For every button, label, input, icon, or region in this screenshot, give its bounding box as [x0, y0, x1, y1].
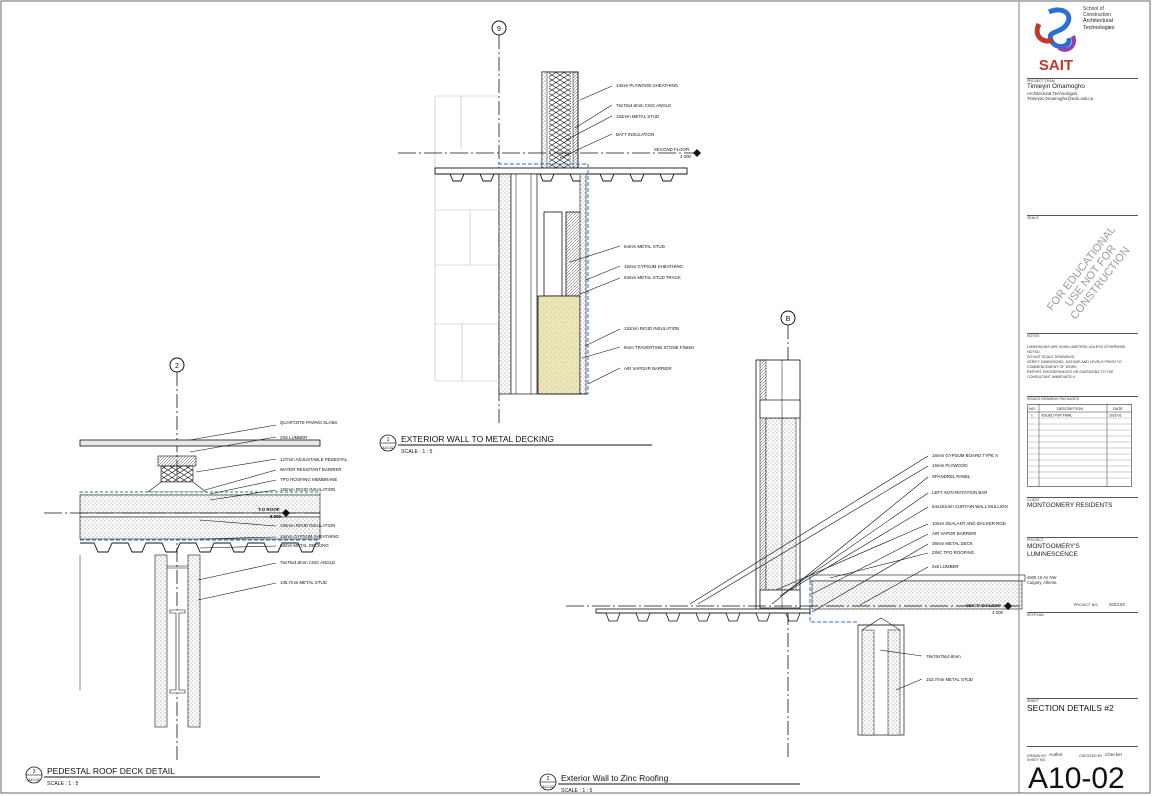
- note-text: 127mm ADJUSTABLE PEDESTAL: [280, 457, 348, 462]
- keyplan-label: KEYPLAN: [1027, 613, 1044, 617]
- grid-label: B: [786, 316, 791, 323]
- note-line: REPORT DISCREPANCIES OR OMISSIONS TO THE…: [1027, 370, 1114, 379]
- note-text: WATER RESISTANT BARRIER: [280, 467, 342, 472]
- grid-label: 9: [497, 26, 501, 33]
- sheet-title: SECTION DETAILS #2: [1027, 703, 1114, 713]
- note-line: VERIFY DIMENSIONS, DATUMS AND LEVELS PRI…: [1027, 360, 1122, 369]
- note-text: 2X6 LUMBER: [280, 435, 307, 440]
- note-text: LEFT ANTI-ROTATION BAR: [932, 490, 987, 495]
- note-text: 16mm PLYWOOD: [932, 463, 968, 468]
- note-text: ZINC TPO ROOFING: [932, 550, 975, 555]
- issued-header: DESCRIPTION: [1057, 407, 1083, 411]
- detail-wall-to-zinc: B SECOND FLOOR 4 000 16mm GYPSUM BOARD T…: [539, 310, 1026, 794]
- detail-number: 1: [387, 437, 390, 443]
- issued-cell: 1: [1031, 414, 1033, 418]
- detail-sheet-ref: A10-02: [382, 446, 394, 450]
- note-text: QUARTZITE PAVING SLABS: [280, 420, 337, 425]
- issued-label: ISSUED DRAWING PACKAGES: [1027, 397, 1080, 401]
- keyplan: KEYPLAN: [1027, 612, 1138, 697]
- detail-sheet-ref: A10-02: [542, 785, 554, 789]
- client: CLIENT MONTGOMERY RESIDENTS: [1027, 497, 1138, 510]
- drawn-by: Author: [1049, 752, 1063, 757]
- sait-logo: SAIT: [1034, 7, 1076, 74]
- detail-wall-to-decking: 9 SECOND FLOOR 4 000 13mm PLYWOOD SHEATH…: [379, 20, 701, 455]
- project-no-label: PROJECT NO:: [1074, 603, 1099, 607]
- note-text: 2x6 LUMBER: [932, 564, 959, 569]
- detail-scale: SCALE : 1 : 5: [561, 788, 593, 794]
- level-name: SECOND FLOOR: [654, 147, 689, 152]
- issued-table: NO. DESCRIPTION DATE 1 ISSUED FOR FINAL …: [1027, 404, 1132, 487]
- detail-sheet-ref: A10-02: [28, 778, 40, 782]
- detail-scale: SCALE : 1 : 5: [47, 781, 79, 787]
- note-text: 152mm METAL STUD: [616, 114, 659, 119]
- note-text: 64x181mm CURTAIN WALL MULLION: [932, 504, 1008, 509]
- notes-label: NOTES: [1027, 334, 1040, 338]
- level-name: SECOND FLOOR: [966, 603, 1001, 608]
- note-text: TPO ROOFING MEMBRANE: [280, 477, 337, 482]
- seals-label: SEALS: [1027, 216, 1039, 220]
- note-text: 150mm RIGID INSULATION: [280, 487, 335, 492]
- note-text: 16mm GYPSUM SHEATHING: [280, 534, 340, 539]
- detail-number: 3: [33, 769, 36, 775]
- note-text: 76x76x4.8mm CISC ANGLE: [616, 103, 671, 108]
- note-text: 16mm GYPSUM SHEATHING: [624, 264, 684, 269]
- level-elevation: 8 000: [270, 514, 282, 519]
- detail-pedestal-roof: 2 T.O ROOF 8 000 QUARTZITE PAVING SLABS …: [25, 357, 348, 787]
- program-line: Architectural: [1083, 18, 1113, 24]
- note-text: 152mm RIGID INSULATION: [624, 326, 679, 331]
- issued-header: DATE: [1113, 407, 1123, 411]
- note-line: DIMENSIONS ARE IN MILLIMETERS UNLESS OTH…: [1027, 345, 1126, 354]
- address-line: Calgary, Alberta: [1027, 580, 1057, 585]
- note-text: AIR VAPOUR BARRIER: [624, 366, 672, 371]
- note-text: BATT INSULATION: [616, 132, 654, 137]
- logo-wordmark: SAIT: [1039, 57, 1073, 74]
- detail-title: Exterior Wall to Zinc Roofing: [561, 773, 669, 783]
- drawing-sheet: 9 SECOND FLOOR 4 000 13mm PLYWOOD SHEATH…: [0, 0, 1151, 794]
- notes: NOTES DIMENSIONS ARE IN MILLIMETERS UNLE…: [1027, 333, 1138, 380]
- title-block: SAIT School of Construction Architectura…: [1021, 0, 1152, 795]
- issued-cell: 2023-01: [1109, 414, 1122, 418]
- note-text: 76x76x4.8mm CISC ANGLE: [280, 560, 335, 565]
- note-text: 10mm SEALANT AND BACKER ROD: [932, 521, 1006, 526]
- note-text: 76x76x76x4.8mm: [926, 654, 961, 659]
- drawn-checked: DRAWN BY Author CHECKED BY Checker: [1027, 746, 1138, 758]
- detail-title: PEDESTAL ROOF DECK DETAIL: [47, 766, 175, 776]
- detail-scale: SCALE : 1 : 5: [401, 449, 433, 455]
- project-team: PROJECT TEAM Timieyin Omamogho Architect…: [1027, 78, 1138, 101]
- sheet-title-block: SHEET SECTION DETAILS #2: [1027, 698, 1138, 713]
- note-text: AIR VAPOR BARRIER: [932, 531, 976, 536]
- project: PROJECT MONTGOMERY'S LUMINESCENCE 4608 1…: [1027, 537, 1138, 607]
- grid-label: 2: [175, 363, 179, 370]
- detail-title: EXTERIOR WALL TO METAL DECKING: [401, 434, 554, 444]
- note-text: 135.7mm METAL STUD: [280, 580, 327, 585]
- note-text: 64mm METAL STUD TRACK: [624, 275, 681, 280]
- note-text: 38mm METAL DECK: [932, 541, 973, 546]
- note-text: 16mm GYPSUM BOARD TYPE X: [932, 453, 998, 458]
- program-line: Technologies: [1083, 25, 1115, 31]
- note-text: 150mm RIGID INSULATION: [280, 523, 335, 528]
- checked-by: Checker: [1105, 752, 1123, 757]
- team-email: Timieyin.Omamogho@edu.sait.ca: [1027, 95, 1094, 101]
- note-text: 64mm METAL STUD: [624, 244, 665, 249]
- note-text: 38mm METAL DECKING: [280, 543, 329, 548]
- sheet-number: A10-02: [1028, 762, 1125, 795]
- project-name: MONTGOMERY'S: [1027, 543, 1080, 550]
- stone-courses: [434, 95, 498, 382]
- level-elevation: 4 000: [992, 610, 1004, 615]
- issued-packages: ISSUED DRAWING PACKAGES NO. DESCRIPTION …: [1027, 396, 1138, 488]
- note-text: 13mm PLYWOOD SHEATHING: [616, 83, 679, 88]
- level-name: T.O ROOF: [258, 507, 280, 512]
- issued-header: NO.: [1029, 407, 1036, 411]
- level-elevation: 4 000: [680, 154, 692, 159]
- project-no: 2023.03: [1109, 602, 1125, 607]
- issued-cell: ISSUED FOR FINAL: [1041, 414, 1072, 418]
- note-text: 8mm TRAVERTINE STONE FINISH: [624, 345, 694, 350]
- project-name: LUMINESCENCE: [1027, 551, 1078, 558]
- note-text: SPANDREL PANEL: [932, 474, 971, 479]
- detail-number: 2: [547, 776, 550, 782]
- client-name: MONTGOMERY RESIDENTS: [1027, 502, 1113, 509]
- note-text: 153.7mm METAL STUD: [926, 677, 973, 682]
